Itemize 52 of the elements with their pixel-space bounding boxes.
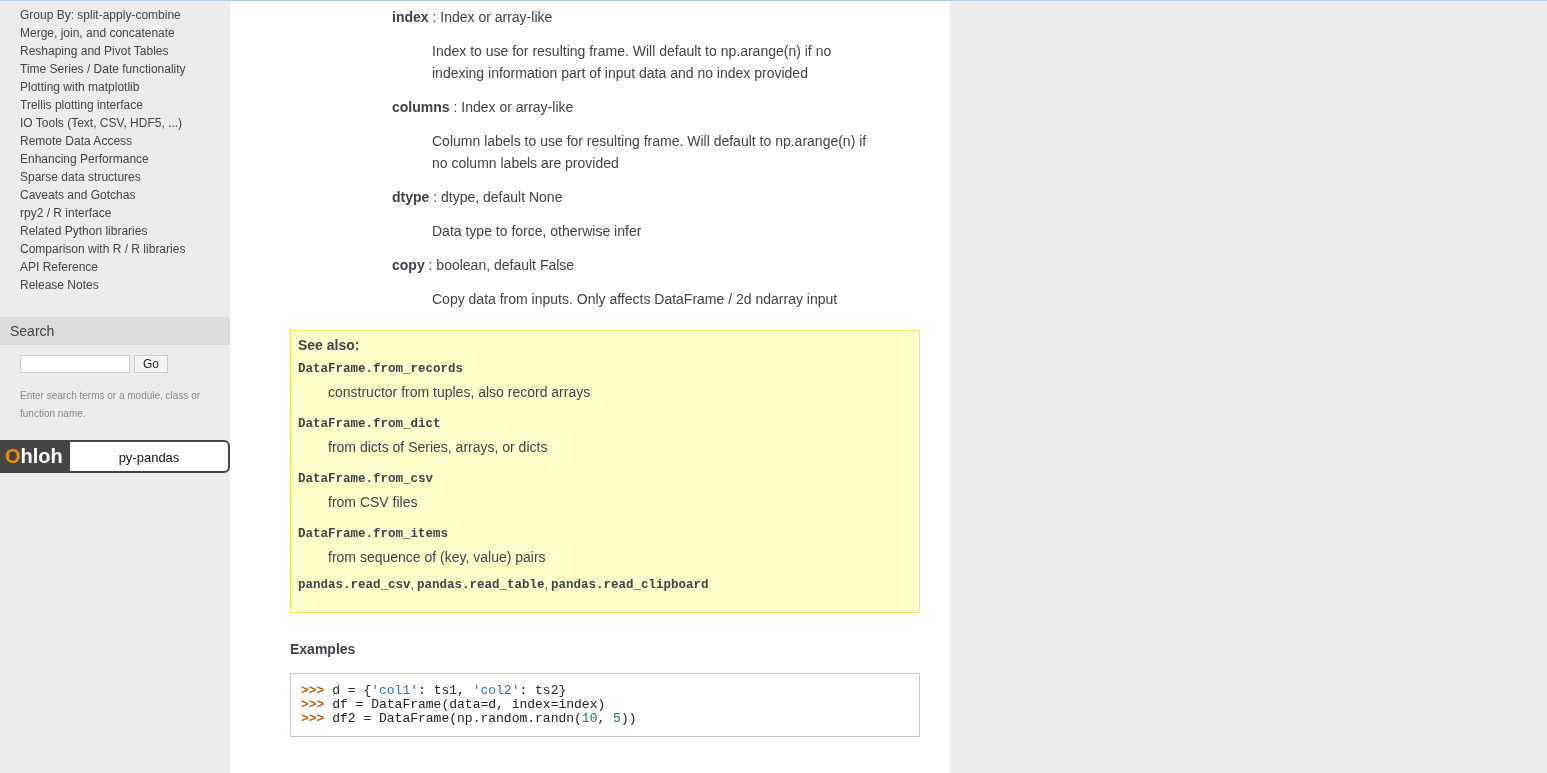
api-link[interactable]: DataFrame.from_dict	[298, 413, 912, 435]
api-link[interactable]: DataFrame.from_csv	[298, 468, 912, 490]
code-text: df = DataFrame(data=d, index=index)	[331, 697, 606, 712]
nav-link[interactable]: Sparse data structures	[20, 170, 141, 184]
api-description: from sequence of (key, value) pairs	[328, 548, 547, 567]
code-prompt: >>>	[301, 683, 325, 698]
api-link[interactable]: DataFrame.from_items	[298, 523, 912, 545]
nav-link[interactable]: Comparison with R / R libraries	[20, 242, 186, 256]
nav-link[interactable]: Plotting with matplotlib	[20, 80, 140, 94]
parameter-description: Data type to force, otherwise infer	[432, 222, 643, 241]
project-badge[interactable]: Ohloh py-pandas	[0, 440, 230, 473]
separator-comma: ,	[410, 577, 414, 594]
api-description: from dicts of Series, arrays, or dicts	[328, 438, 549, 457]
api-link[interactable]: DataFrame.from_records	[298, 358, 912, 380]
nav-link[interactable]: IO Tools (Text, CSV, HDF5, ...)	[20, 116, 183, 130]
parameter-signature: columns : Index or array-like	[392, 98, 575, 117]
section-heading: Examples	[290, 640, 357, 659]
nav-link[interactable]: Time Series / Date functionality	[20, 62, 186, 76]
nav-link[interactable]: API Reference	[20, 260, 99, 274]
parameter-signature: dtype : dtype, default None	[392, 188, 564, 207]
nav-link[interactable]: rpy2 / R interface	[20, 206, 112, 220]
parameter-signature: copy : boolean, default False	[392, 256, 576, 275]
api-link[interactable]: pandas.read_clipboard	[551, 574, 709, 596]
nav-link[interactable]: Caveats and Gotchas	[20, 188, 136, 202]
code-prompt: >>>	[301, 697, 325, 712]
nav-link[interactable]: Trellis plotting interface	[20, 98, 143, 112]
nav-link[interactable]: Remote Data Access	[20, 134, 133, 148]
api-description: constructor from tuples, also record arrays	[328, 383, 592, 402]
api-link[interactable]: pandas.read_csv	[298, 574, 411, 596]
parameter-signature: index : Index or array-like	[392, 8, 554, 27]
separator-comma: ,	[544, 577, 549, 594]
search-hint: Enter search terms or a module, class or function name.	[20, 389, 202, 421]
see-also-title: See also:	[298, 337, 361, 353]
project-name: py-pandas	[117, 449, 181, 467]
parameter-description: Copy data from inputs. Only affects DataFrame / 2d ndarray input	[432, 290, 839, 309]
parameter-description: Index to use for resulting frame. Will default to np.arange(n) if no indexing information part of input data and no index provided	[432, 42, 833, 83]
code-text: d = {'col1': ts1, 'col2': ts2}	[331, 683, 567, 698]
search-field[interactable]	[20, 355, 130, 373]
go-button[interactable]: Go	[134, 355, 168, 373]
code-text: df2 = DataFrame(np.random.randn(10, 5))	[331, 711, 637, 726]
nav-link[interactable]: Merge, join, and concatenate	[20, 26, 175, 40]
nav-link[interactable]: Reshaping and Pivot Tables	[20, 44, 169, 58]
api-link[interactable]: pandas.read_table	[417, 574, 545, 596]
parameter-description: Column labels to use for resulting frame. Will default to np.arange(n) if no column labels are provided	[432, 132, 868, 173]
badge-logo: Ohloh	[2, 442, 70, 471]
nav-link[interactable]: Enhancing Performance	[20, 152, 149, 166]
nav-link[interactable]: Release Notes	[20, 278, 99, 292]
code-prompt: >>>	[301, 711, 325, 726]
nav-link[interactable]: Related Python libraries	[20, 224, 148, 238]
nav-link[interactable]: Group By: split-apply-combine	[20, 8, 181, 22]
search-heading: Search	[0, 317, 230, 345]
api-description: from CSV files	[328, 493, 419, 512]
